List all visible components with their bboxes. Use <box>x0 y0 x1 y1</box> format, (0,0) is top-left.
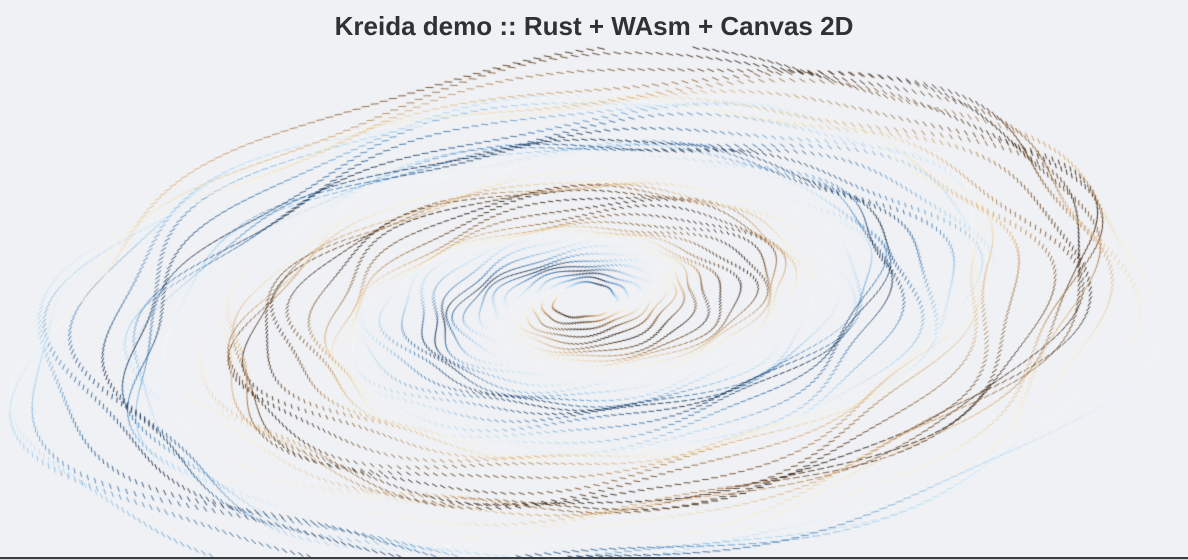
spiral-flow-canvas <box>0 0 1188 559</box>
demo-page: Kreida demo :: Rust + WAsm + Canvas 2D <box>0 0 1188 559</box>
page-title: Kreida demo :: Rust + WAsm + Canvas 2D <box>334 11 854 41</box>
